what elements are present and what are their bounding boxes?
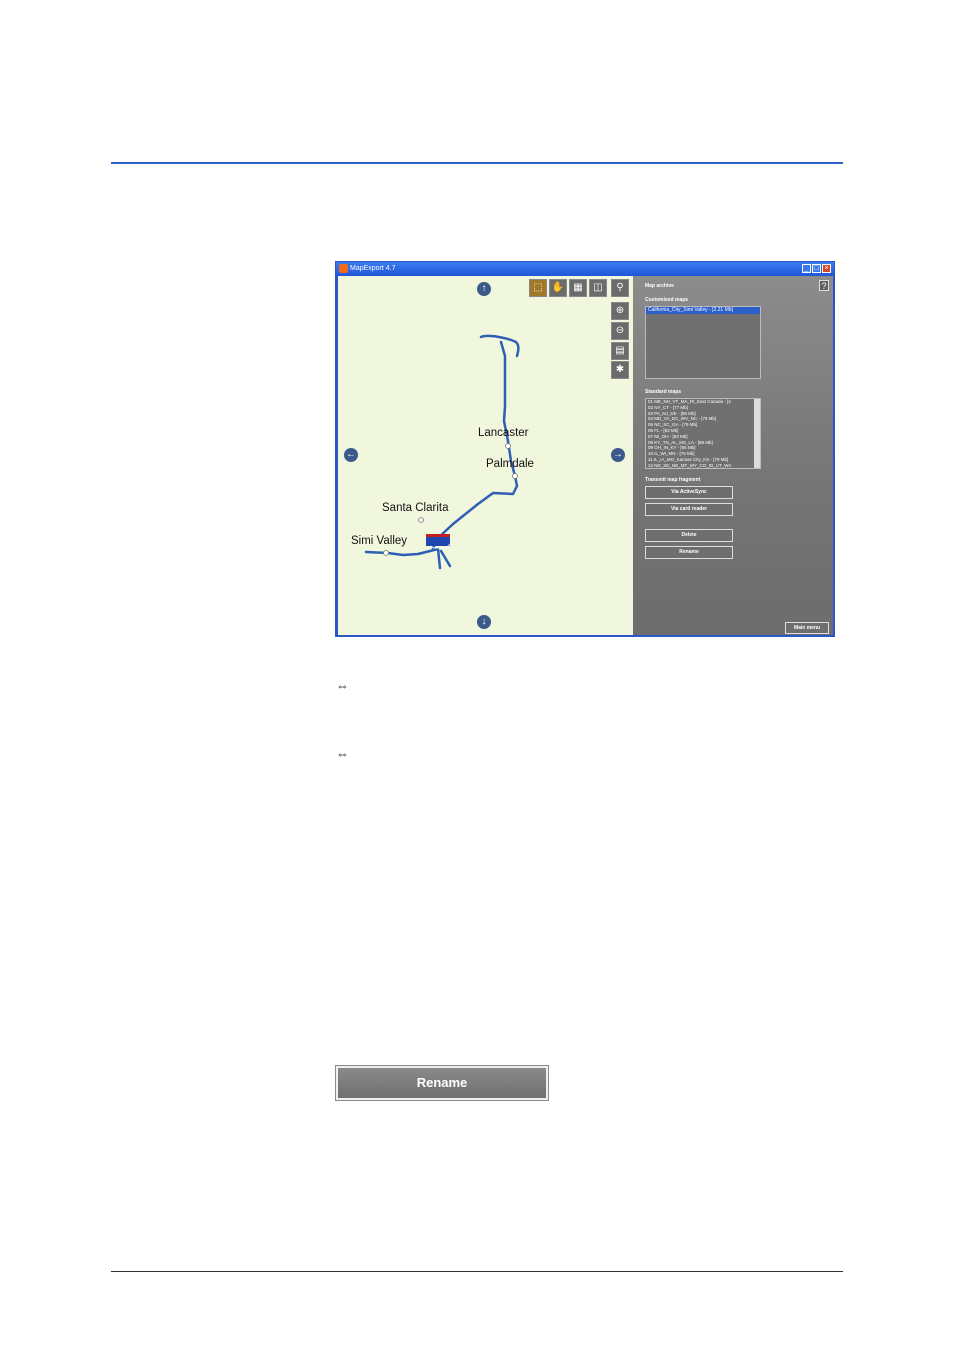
map-view[interactable]: Lancaster Palmdale Santa Clarita Simi Va… [338,276,633,635]
standard-maps-label: Standard maps [645,389,682,395]
bullet-arrow-icon: ⇔ [336,746,349,761]
via-card-reader-button[interactable]: Via card reader [645,503,733,516]
city-label-santa-clarita: Santa Clarita [382,502,449,514]
pin-icon[interactable]: ⚲ [611,279,629,297]
city-label-palmdale: Palmdale [486,458,534,470]
grid-select-icon[interactable]: ▦ [569,279,587,297]
header-rule [111,162,843,164]
route-line-north [479,334,520,358]
down-arrow-icon[interactable]: ↓ [477,615,491,629]
route-line-west [364,547,440,557]
highway-shield-icon [426,534,451,549]
app-window: MapExport 4.7 _ □ × Lancaster Palmdale S… [335,261,835,637]
select-area-icon[interactable]: ⬚ [529,279,547,297]
panel-heading: Map archive [645,283,674,289]
main-menu-button[interactable]: Main menu [785,622,829,634]
europe-map-icon[interactable]: ✱ [611,361,629,379]
customised-maps-label: Customised maps [645,297,689,303]
right-arrow-icon[interactable]: → [611,448,625,462]
list-item[interactable]: California_City_Simi Valley - [2.21 Mb] [646,307,760,314]
title-bar: MapExport 4.7 _ □ × [336,262,834,276]
list-scrollbar[interactable] [754,399,760,468]
side-panel: ? Map archive Customised maps California… [633,276,833,635]
maximize-icon[interactable]: □ [812,264,821,273]
app-logo-icon [339,264,348,273]
city-dot-lancaster [505,443,511,449]
transmit-label: Transmit map fragment [645,477,701,483]
standard-maps-list[interactable]: 01 ME_NH_VT_MA_RI_East Canada - [4 02 NY… [645,398,761,469]
city-dot-santa-clarita [418,517,424,523]
route-line-south [436,547,452,570]
rename-button-label: Rename [338,1068,546,1098]
window-title: MapExport 4.7 [350,265,396,272]
left-arrow-icon[interactable]: ← [344,448,358,462]
up-arrow-icon[interactable]: ↑ [477,282,491,296]
route-svg [364,334,520,570]
delete-button[interactable]: Delete [645,529,733,542]
bullet-arrow-icon: ⇔ [336,678,349,693]
city-label-lancaster: Lancaster [478,427,529,439]
rename-button[interactable]: Rename [645,546,733,559]
city-label-simi-valley: Simi Valley [351,535,408,547]
zoom-out-icon[interactable]: ⊖ [611,322,629,340]
list-item[interactable]: 12 ND_SD_NE_MT_WY_CO_ID_UT_WA [646,463,760,468]
customised-maps-list[interactable]: California_City_Simi Valley - [2.21 Mb] [645,306,761,379]
measure-icon[interactable]: ◫ [589,279,607,297]
minimize-icon[interactable]: _ [802,264,811,273]
via-activesync-button[interactable]: Via ActiveSync [645,486,733,499]
hand-pan-icon[interactable]: ✋ [549,279,567,297]
city-dot-simi-valley [383,550,389,556]
city-dot-palmdale [512,473,518,479]
route-line-main [431,340,519,550]
footer-rule [111,1271,843,1272]
zoom-fit-icon[interactable]: ▤ [611,342,629,360]
help-icon[interactable]: ? [819,280,829,291]
rename-button-illustration: Rename [335,1065,549,1101]
close-icon[interactable]: × [822,264,831,273]
zoom-in-icon[interactable]: ⊕ [611,302,629,320]
